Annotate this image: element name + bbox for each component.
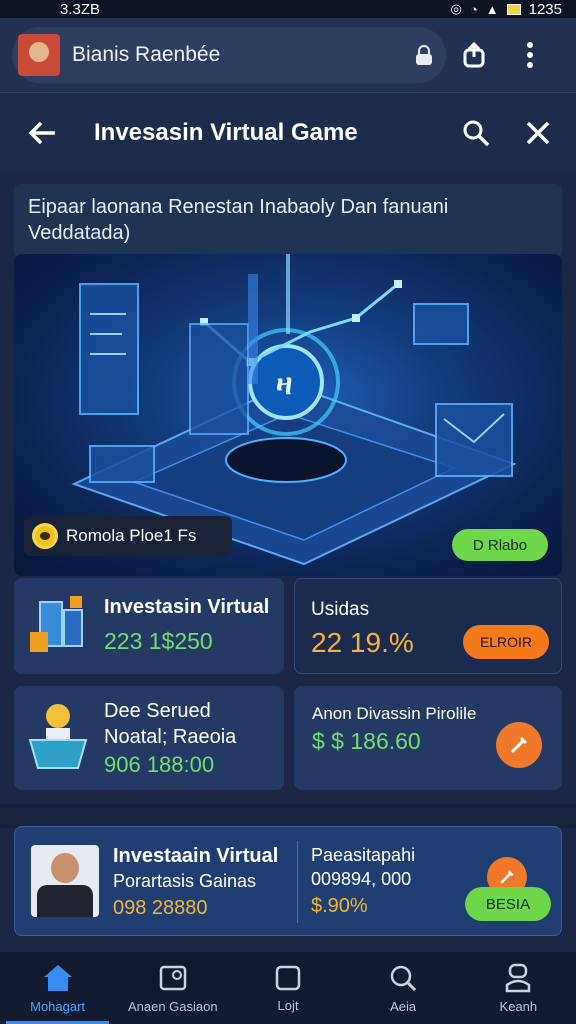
nav-item-profile[interactable]: Keanh	[461, 952, 576, 1024]
promo-divider	[297, 841, 298, 923]
status-icons: ◎ ◔ ▲ 1235	[451, 1, 562, 18]
pencil-icon	[510, 736, 528, 754]
browser-toolbar: Bianis Raenbée	[0, 18, 576, 92]
status-time: 3.3ZB	[60, 0, 101, 18]
nav-item-home[interactable]: Mohagart	[0, 952, 115, 1024]
card-title-line2: Noatal; Raeoia	[104, 726, 237, 748]
search-icon	[390, 965, 417, 991]
share-button[interactable]	[446, 27, 502, 83]
browser-menu-button[interactable]	[502, 27, 558, 83]
status-bar: 3.3ZB ◎ ◔ ▲ 1235	[0, 0, 576, 18]
promo-right-title: Paeasitapahi	[311, 845, 416, 865]
share-icon	[463, 41, 485, 68]
search-icon	[463, 120, 490, 146]
profile-card[interactable]: Anon Divassin Pirolile $ $ 186.60	[294, 686, 562, 790]
back-button[interactable]	[20, 111, 64, 155]
profile-icon	[506, 963, 531, 992]
card-title: Anon Divassin Pirolile	[312, 704, 477, 723]
promo-title: Investaain Virtual	[113, 845, 279, 867]
page-title: Invesasin Virtual Game	[94, 118, 358, 146]
promo-subtitle: Porartasis Gainas	[113, 871, 257, 891]
pencil-icon	[500, 870, 514, 884]
section-divider	[0, 804, 576, 828]
promo-action-button[interactable]: BESIA	[465, 887, 551, 921]
return-card[interactable]: Usidas 22 19.% ELROIR	[294, 578, 562, 674]
promo-right-percent: $.90%	[311, 895, 368, 917]
alarm-icon: ◎	[450, 1, 462, 16]
card-title: Investasin Virtual	[104, 596, 270, 618]
intro-text: Eipaar laonana Renestan Inabaoly Dan fan…	[14, 184, 562, 258]
bottom-nav: Mohagart Anaen Gasiaon Lojt Aeia Keanh	[0, 952, 576, 1024]
portfolio-card[interactable]: Dee Serued Noatal; Raeoia 906 188:00	[14, 686, 284, 790]
promo-value: 098 28880	[113, 897, 208, 919]
promo-card[interactable]: Investaain Virtual Porartasis Gainas 098…	[14, 826, 562, 936]
card-value: 906 188:00	[104, 752, 215, 777]
card-title-line1: Dee Serued	[104, 700, 211, 722]
nav-label: Keanh	[499, 998, 538, 1014]
search-button[interactable]	[454, 111, 498, 155]
square-icon	[275, 965, 301, 990]
close-icon	[526, 121, 550, 144]
wallet-icon	[159, 965, 187, 990]
wifi-icon: ◔	[469, 1, 478, 17]
card-action-button[interactable]: ELROIR	[463, 625, 549, 659]
hero-chip: Romola Ploe1 Fs	[24, 516, 232, 556]
coin-icon	[32, 523, 58, 549]
battery-icon	[506, 3, 521, 15]
nav-item-search[interactable]: Aeia	[346, 952, 461, 1024]
hero-banner[interactable]: ዛ Romola Ploe1 Fs D Rlabo	[14, 254, 562, 576]
nav-label: Mohagart	[30, 998, 86, 1014]
hero-chip-label: Romola Ploe1 Fs	[66, 526, 197, 545]
card-value: 223 1$250	[104, 628, 213, 654]
status-clock: 1235	[528, 0, 562, 18]
nav-label: Lojt	[277, 997, 299, 1013]
more-vertical-icon	[527, 42, 533, 68]
signal-icon: ▲	[485, 1, 499, 17]
home-icon	[43, 964, 72, 991]
lock-icon[interactable]	[412, 44, 436, 66]
url-text: Bianis Raenbée	[72, 43, 221, 66]
card-title: Usidas	[311, 599, 370, 620]
nav-item-list[interactable]: Lojt	[230, 952, 345, 1024]
svg-text:ዛ: ዛ	[276, 368, 292, 401]
advisor-avatar	[31, 845, 99, 917]
user-desk-icon	[28, 704, 88, 769]
card-value: 22 19.%	[311, 627, 414, 658]
arrow-left-icon	[28, 121, 55, 144]
nav-item-investment[interactable]: Anaen Gasiaon	[115, 952, 230, 1024]
nav-label: Anaen Gasiaon	[127, 998, 218, 1014]
site-avatar	[18, 34, 60, 76]
card-value: $ $ 186.60	[312, 728, 421, 754]
address-bar[interactable]: Bianis Raenbée	[12, 27, 446, 83]
promo-right-value: 009894, 000	[311, 869, 412, 889]
servers-icon	[30, 596, 83, 652]
close-button[interactable]	[516, 111, 560, 155]
investment-card[interactable]: Investasin Virtual 223 1$250	[14, 578, 284, 674]
app-header: Invesasin Virtual Game	[0, 92, 576, 172]
nav-label: Aeia	[390, 998, 417, 1014]
edit-button[interactable]	[496, 722, 542, 768]
hero-action-button[interactable]: D Rlabo	[452, 529, 548, 561]
main-content: Eipaar laonana Renestan Inabaoly Dan fan…	[0, 172, 576, 952]
